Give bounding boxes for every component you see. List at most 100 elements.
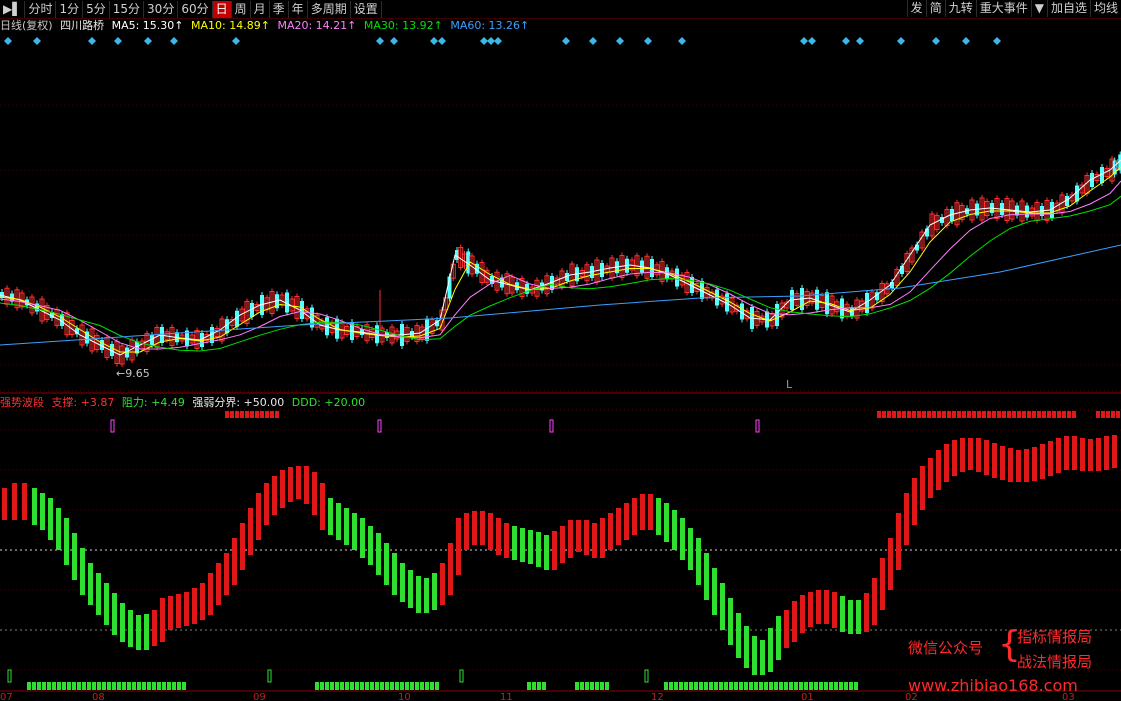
strength-strip-bar: [325, 682, 329, 690]
x-axis-label: 01: [801, 692, 814, 701]
strength-strip-bar: [877, 411, 881, 418]
oscillator-bar: [232, 538, 237, 585]
oscillator-bar: [456, 518, 461, 575]
oscillator-bar: [504, 523, 509, 558]
strength-strip-bar: [57, 682, 61, 690]
oscillator-bar: [128, 610, 133, 647]
oscillator-bar: [872, 578, 877, 625]
signal-diamond-icon: [480, 37, 488, 45]
watermark-line1: 指标情报局: [1017, 628, 1093, 646]
oscillator-bar: [864, 593, 869, 632]
oscillator-bar: [856, 600, 861, 634]
signal-diamond-icon: [430, 37, 438, 45]
watermark-left: 微信公众号: [908, 639, 984, 657]
strength-strip-bar: [987, 411, 991, 418]
signal-marker: [377, 419, 382, 433]
ma60-line: [0, 244, 1121, 346]
oscillator-bar: [88, 563, 93, 605]
oscillator-bar: [432, 573, 437, 610]
oscillator-bar: [272, 476, 277, 515]
oscillator-bar: [48, 498, 53, 540]
strength-strip-bar: [112, 682, 116, 690]
oscillator-bar: [608, 513, 613, 550]
strength-strip-bar: [892, 411, 896, 418]
oscillator-bar: [696, 538, 701, 585]
signal-diamond-icon: [644, 37, 652, 45]
oscillator-bar: [360, 518, 365, 558]
strength-strip-bar: [854, 682, 858, 690]
oscillator-bar: [904, 493, 909, 545]
strength-strip-bar: [1037, 411, 1041, 418]
strength-strip-bar: [1022, 411, 1026, 418]
strength-strip-bar: [709, 682, 713, 690]
oscillator-bar: [648, 494, 653, 530]
kline-chart[interactable]: ←9.65L07 08 09 10 11 12 01 02 03: [0, 0, 1121, 701]
strength-strip-bar: [834, 682, 838, 690]
oscillator-bar: [288, 467, 293, 502]
oscillator-bar: [960, 438, 965, 472]
oscillator-bar: [400, 563, 405, 602]
signal-marker: [644, 669, 649, 683]
oscillator-bar: [264, 483, 269, 525]
strength-strip-bar: [600, 682, 604, 690]
signal-diamond-icon: [808, 37, 816, 45]
strength-strip-bar: [415, 682, 419, 690]
oscillator-bar: [368, 526, 373, 565]
ma5-line: [0, 159, 1121, 356]
oscillator-bar: [824, 590, 829, 624]
oscillator-bar: [768, 628, 773, 672]
oscillator-bar: [888, 538, 893, 590]
strength-strip-bar: [814, 682, 818, 690]
strength-strip-bar: [839, 682, 843, 690]
x-axis-label: 08: [92, 692, 105, 701]
oscillator-bar: [480, 511, 485, 545]
signal-diamond-icon: [232, 37, 240, 45]
strength-strip-bar: [947, 411, 951, 418]
strength-strip-bar: [142, 682, 146, 690]
strength-strip-bar: [182, 682, 186, 690]
oscillator-bar: [800, 595, 805, 633]
strength-strip-bar: [72, 682, 76, 690]
strength-strip-bar: [1106, 411, 1110, 418]
strength-strip-bar: [270, 411, 274, 418]
strength-strip-bar: [907, 411, 911, 418]
oscillator-bar: [896, 513, 901, 570]
x-axis-label: 11: [500, 692, 513, 701]
strength-strip-bar: [157, 682, 161, 690]
oscillator-bar: [1096, 438, 1101, 471]
strength-strip-bar: [917, 411, 921, 418]
oscillator-bar: [656, 498, 661, 535]
oscillator-bar: [880, 558, 885, 610]
oscillator-bar: [200, 583, 205, 620]
signal-diamond-icon: [376, 37, 384, 45]
strength-strip-bar: [225, 411, 229, 418]
strength-strip-bar: [410, 682, 414, 690]
strength-strip-bar: [595, 682, 599, 690]
oscillator-bar: [816, 590, 821, 624]
oscillator-bar: [1040, 444, 1045, 479]
strength-strip-bar: [912, 411, 916, 418]
oscillator-bar: [944, 444, 949, 482]
strength-strip-bar: [532, 682, 536, 690]
oscillator-bar: [512, 526, 517, 560]
oscillator-bar: [1064, 436, 1069, 470]
oscillator-bar: [176, 594, 181, 628]
signal-marker: [267, 669, 272, 683]
strength-strip-bar: [1057, 411, 1061, 418]
oscillator-bar: [496, 518, 501, 555]
oscillator-bar: [336, 503, 341, 540]
oscillator-bar: [792, 601, 797, 642]
oscillator-bar: [1088, 439, 1093, 471]
oscillator-bar: [184, 592, 189, 626]
strength-strip-bar: [1002, 411, 1006, 418]
strength-strip-bar: [669, 682, 673, 690]
strength-strip-bar: [922, 411, 926, 418]
signal-diamond-icon: [4, 37, 12, 45]
strength-strip-bar: [117, 682, 121, 690]
oscillator-bar: [832, 592, 837, 628]
strength-strip-bar: [759, 682, 763, 690]
watermark-url: www.zhibiao168.com: [908, 676, 1078, 695]
strength-strip-bar: [250, 411, 254, 418]
strength-strip-bar: [729, 682, 733, 690]
oscillator-bar: [840, 596, 845, 632]
